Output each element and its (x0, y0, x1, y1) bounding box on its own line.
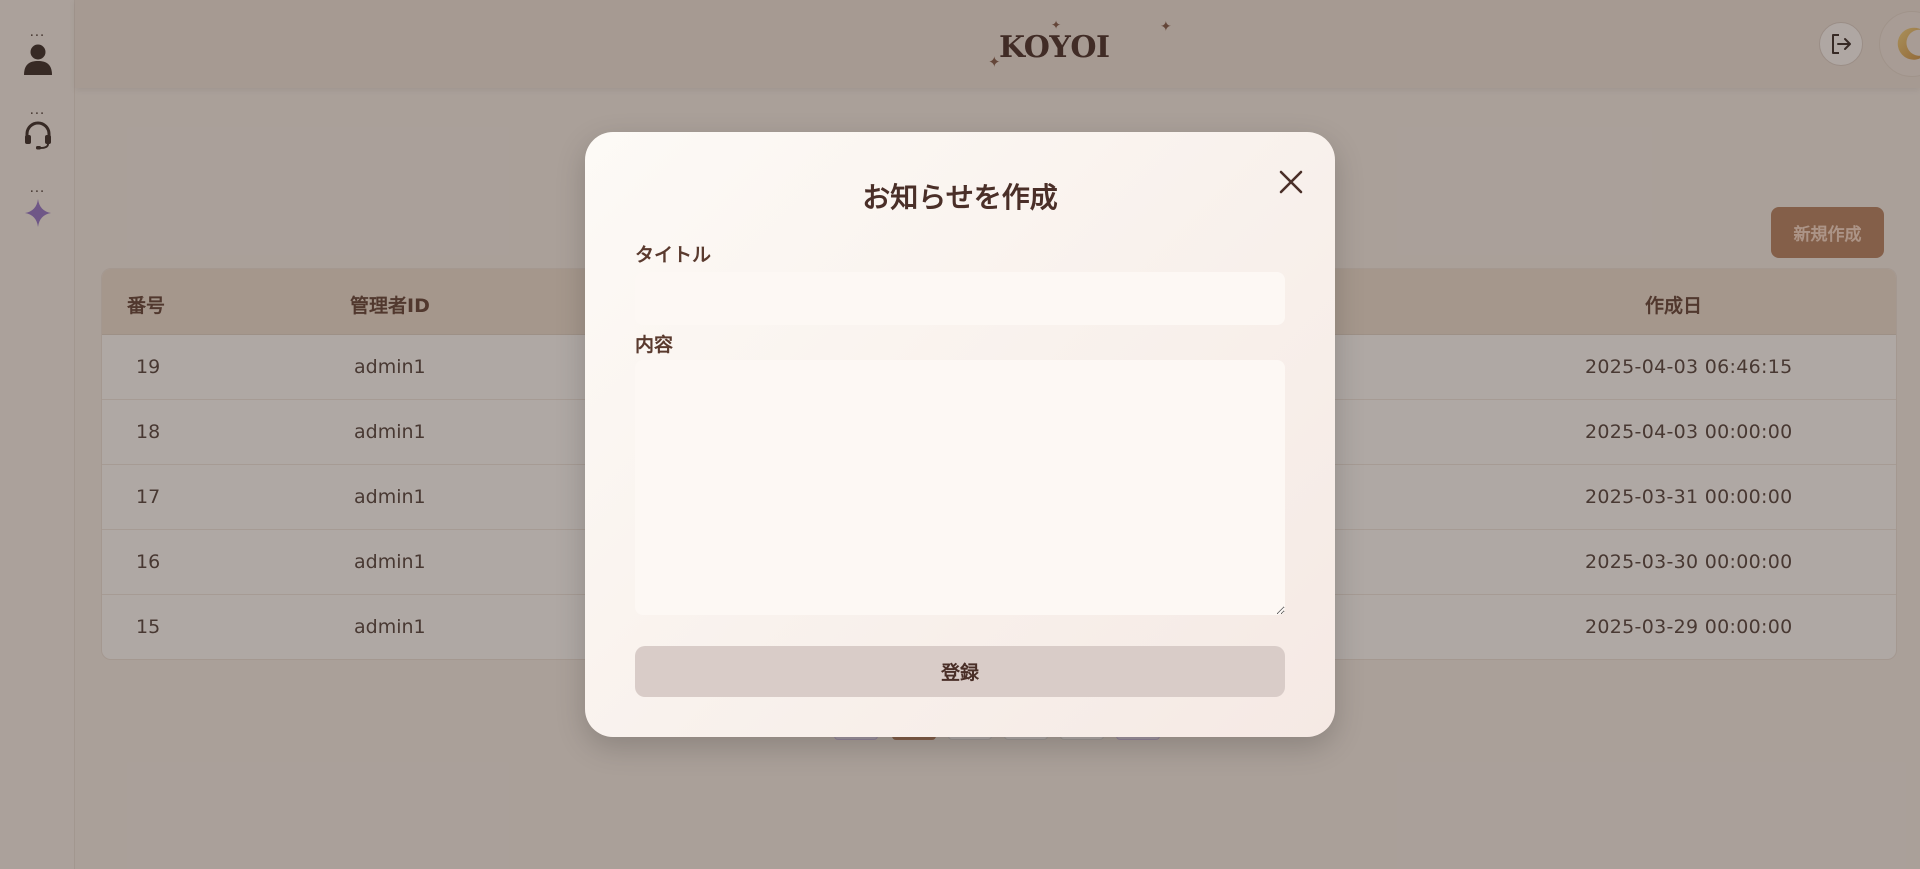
close-icon (1279, 170, 1303, 194)
create-notice-modal: お知らせを作成 タイトル 内容 登録 (585, 132, 1335, 737)
title-label: タイトル (635, 244, 712, 266)
content-textarea[interactable] (635, 360, 1285, 615)
content-label: 内容 (635, 334, 674, 356)
close-button[interactable] (1275, 166, 1307, 198)
title-input[interactable] (635, 272, 1285, 325)
submit-button[interactable]: 登録 (635, 646, 1285, 697)
modal-title: お知らせを作成 (862, 181, 1058, 214)
